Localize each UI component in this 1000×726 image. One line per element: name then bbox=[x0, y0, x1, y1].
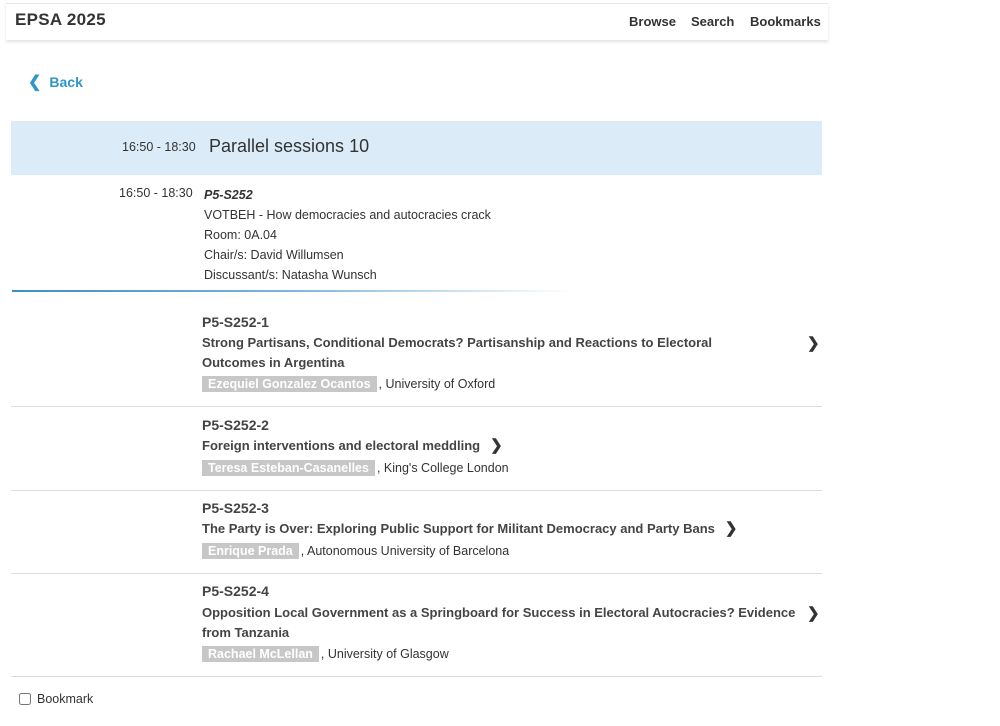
author-tag[interactable]: Teresa Esteban-Casanelles bbox=[202, 460, 375, 476]
paper-title[interactable]: Foreign interventions and electoral medd… bbox=[202, 436, 503, 456]
chevron-right-icon[interactable]: ❯ bbox=[807, 334, 820, 352]
paper-title[interactable]: The Party is Over: Exploring Public Supp… bbox=[202, 519, 737, 539]
author-affiliation: , Autonomous University of Barcelona bbox=[300, 544, 510, 558]
nav-browse[interactable]: Browse bbox=[629, 14, 676, 29]
session-group-title: Parallel sessions 10 bbox=[209, 136, 370, 156]
paper-code: P5-S252-1 bbox=[202, 314, 269, 330]
chevron-left-icon: ❮ bbox=[28, 74, 42, 91]
bookmark-checkbox[interactable] bbox=[19, 693, 31, 705]
session-group-header: 16:50 - 18:30 Parallel sessions 10 bbox=[11, 121, 822, 175]
session-divider bbox=[12, 290, 572, 292]
paper-authors: Enrique Prada, Autonomous University of … bbox=[202, 543, 510, 559]
session-code: P5-S252 bbox=[204, 188, 253, 202]
bookmark-option[interactable]: Bookmark bbox=[19, 692, 93, 706]
paper-title[interactable]: Opposition Local Government as a Springb… bbox=[202, 603, 807, 643]
session-info: P5-S252 VOTBEH - How democracies and aut… bbox=[204, 185, 491, 285]
chevron-right-icon[interactable]: ❯ bbox=[725, 520, 738, 537]
paper-code: P5-S252-4 bbox=[202, 583, 269, 599]
chevron-right-icon[interactable]: ❯ bbox=[807, 604, 820, 622]
session-chairs: Chair/s: David Willumsen bbox=[204, 248, 344, 262]
session-room: Room: 0A.04 bbox=[204, 228, 277, 242]
nav-search[interactable]: Search bbox=[691, 14, 734, 29]
session-time: 16:50 - 18:30 bbox=[119, 186, 193, 200]
paper-authors: Ezequiel Gonzalez Ocantos, University of… bbox=[202, 376, 496, 392]
nav-bookmarks[interactable]: Bookmarks bbox=[750, 14, 821, 29]
paper-code: P5-S252-2 bbox=[202, 417, 269, 433]
author-tag[interactable]: Rachael McLellan bbox=[202, 646, 319, 662]
author-affiliation: , University of Glasgow bbox=[320, 647, 449, 661]
author-affiliation: , University of Oxford bbox=[378, 377, 496, 391]
bookmark-label: Bookmark bbox=[37, 692, 94, 706]
paper-title-text: The Party is Over: Exploring Public Supp… bbox=[202, 521, 715, 536]
back-link[interactable]: ❮ Back bbox=[28, 72, 83, 92]
paper-item[interactable]: P5-S252-1 Strong Partisans, Conditional … bbox=[11, 300, 822, 407]
paper-code: P5-S252-3 bbox=[202, 500, 269, 516]
back-label: Back bbox=[49, 74, 83, 90]
session-group-time: 16:50 - 18:30 bbox=[122, 140, 196, 154]
paper-item[interactable]: P5-S252-4 Opposition Local Government as… bbox=[11, 574, 822, 677]
author-affiliation: , King's College London bbox=[376, 461, 509, 475]
brand-title[interactable]: EPSA 2025 bbox=[15, 10, 106, 30]
paper-title-text: Foreign interventions and electoral medd… bbox=[202, 438, 481, 453]
paper-authors: Rachael McLellan, University of Glasgow bbox=[202, 646, 449, 662]
paper-authors: Teresa Esteban-Casanelles, King's Colleg… bbox=[202, 460, 509, 476]
paper-item[interactable]: P5-S252-3 The Party is Over: Exploring P… bbox=[11, 491, 822, 574]
top-navigation-bar: EPSA 2025 Browse Search Bookmarks bbox=[6, 3, 828, 40]
author-tag[interactable]: Enrique Prada bbox=[202, 543, 299, 559]
paper-title[interactable]: Strong Partisans, Conditional Democrats?… bbox=[202, 333, 777, 373]
session-discussants: Discussant/s: Natasha Wunsch bbox=[204, 268, 377, 282]
paper-item[interactable]: P5-S252-2 Foreign interventions and elec… bbox=[11, 407, 822, 491]
author-tag[interactable]: Ezequiel Gonzalez Ocantos bbox=[202, 376, 377, 392]
chevron-right-icon[interactable]: ❯ bbox=[490, 437, 503, 454]
session-title: VOTBEH - How democracies and autocracies… bbox=[204, 208, 491, 222]
